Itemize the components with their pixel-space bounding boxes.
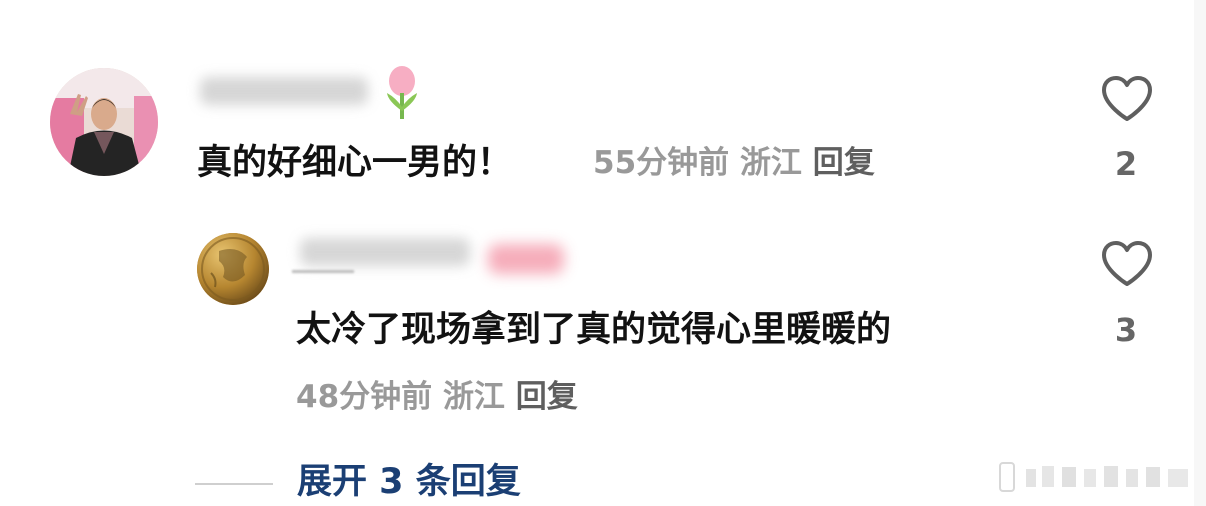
reply-comment-text: 太冷了现场拿到了真的觉得心里暖暖的 — [296, 310, 892, 350]
avatar-photo — [50, 68, 158, 176]
like-count: 2 — [1114, 145, 1138, 183]
comment-location: 浙江 — [442, 379, 505, 415]
commenter-name[interactable] — [200, 77, 368, 105]
heart-outline-icon[interactable] — [1100, 240, 1154, 288]
expand-replies-divider — [195, 483, 273, 485]
comment-text: 真的好细心一男的！ — [197, 143, 513, 183]
blurred-divider — [292, 270, 354, 273]
commenter-avatar[interactable] — [50, 68, 158, 176]
comment-meta: 55分钟前 浙江 回复 — [593, 148, 875, 179]
comment-time: 48分钟前 — [296, 379, 433, 415]
reply-commenter-name[interactable] — [300, 238, 470, 266]
reply-button[interactable]: 回复 — [813, 145, 875, 181]
flower-emoji-icon — [387, 66, 417, 119]
like-count: 3 — [1114, 311, 1138, 349]
watermark-logo — [999, 462, 1188, 492]
expand-replies-button[interactable]: 展开 3 条回复 — [297, 465, 521, 500]
reply-comment-meta: 48分钟前 浙江 回复 — [296, 382, 578, 413]
reply-button[interactable]: 回复 — [516, 379, 578, 415]
reply-avatar[interactable] — [197, 233, 269, 305]
avatar-coin-photo — [197, 233, 269, 305]
page-edge — [1194, 0, 1206, 506]
heart-outline-icon[interactable] — [1100, 75, 1154, 123]
comment-location: 浙江 — [739, 145, 802, 181]
comment-time: 55分钟前 — [593, 145, 730, 181]
author-tag — [488, 244, 564, 274]
